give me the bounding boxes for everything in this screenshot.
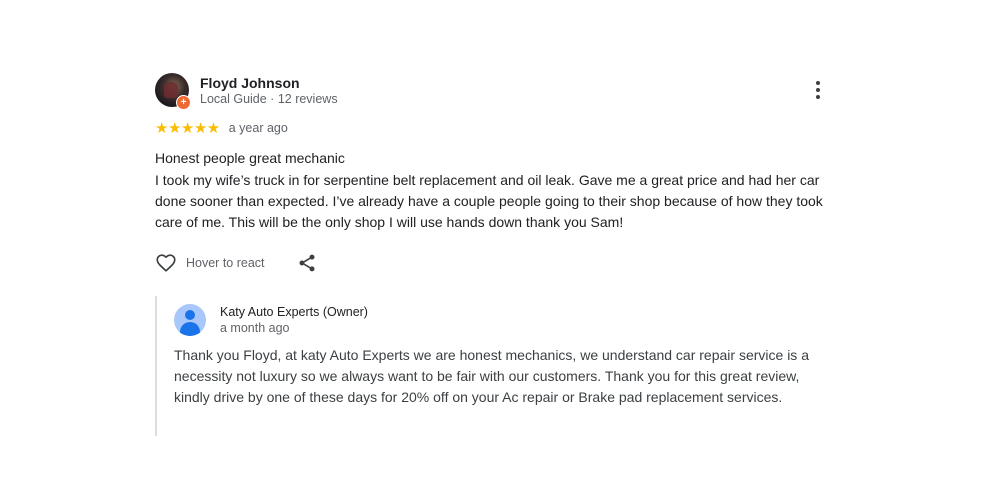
owner-name: Katy Auto Experts (Owner) — [220, 305, 368, 319]
hover-to-react-label[interactable]: Hover to react — [186, 256, 265, 270]
heart-icon[interactable] — [155, 252, 177, 274]
owner-response-time: a month ago — [220, 321, 290, 335]
review-title: Honest people great mechanic — [155, 150, 345, 166]
review-text: I took my wife’s truck in for serpentine… — [155, 172, 823, 230]
review-time: a year ago — [228, 121, 288, 135]
reviewer-meta: Local Guide · 12 reviews — [200, 92, 338, 106]
star-rating: ★★★★★ — [155, 119, 220, 137]
review-header: + Floyd Johnson Local Guide · 12 reviews — [155, 73, 835, 110]
local-guide-badge-icon: + — [176, 95, 191, 110]
reviewer-name[interactable]: Floyd Johnson — [200, 75, 300, 91]
owner-avatar-icon — [174, 304, 206, 336]
review-actions: Hover to react — [155, 251, 317, 275]
share-icon[interactable] — [297, 253, 317, 273]
rating-row: ★★★★★ a year ago — [155, 120, 288, 136]
owner-response-text: Thank you Floyd, at katy Auto Experts we… — [174, 347, 809, 405]
avatar-photo — [164, 82, 178, 98]
review-card: + Floyd Johnson Local Guide · 12 reviews… — [155, 73, 835, 272]
reviewer-avatar[interactable]: + — [155, 73, 191, 110]
owner-response: Katy Auto Experts (Owner) a month ago Th… — [155, 296, 837, 436]
more-vert-icon[interactable] — [810, 79, 826, 103]
